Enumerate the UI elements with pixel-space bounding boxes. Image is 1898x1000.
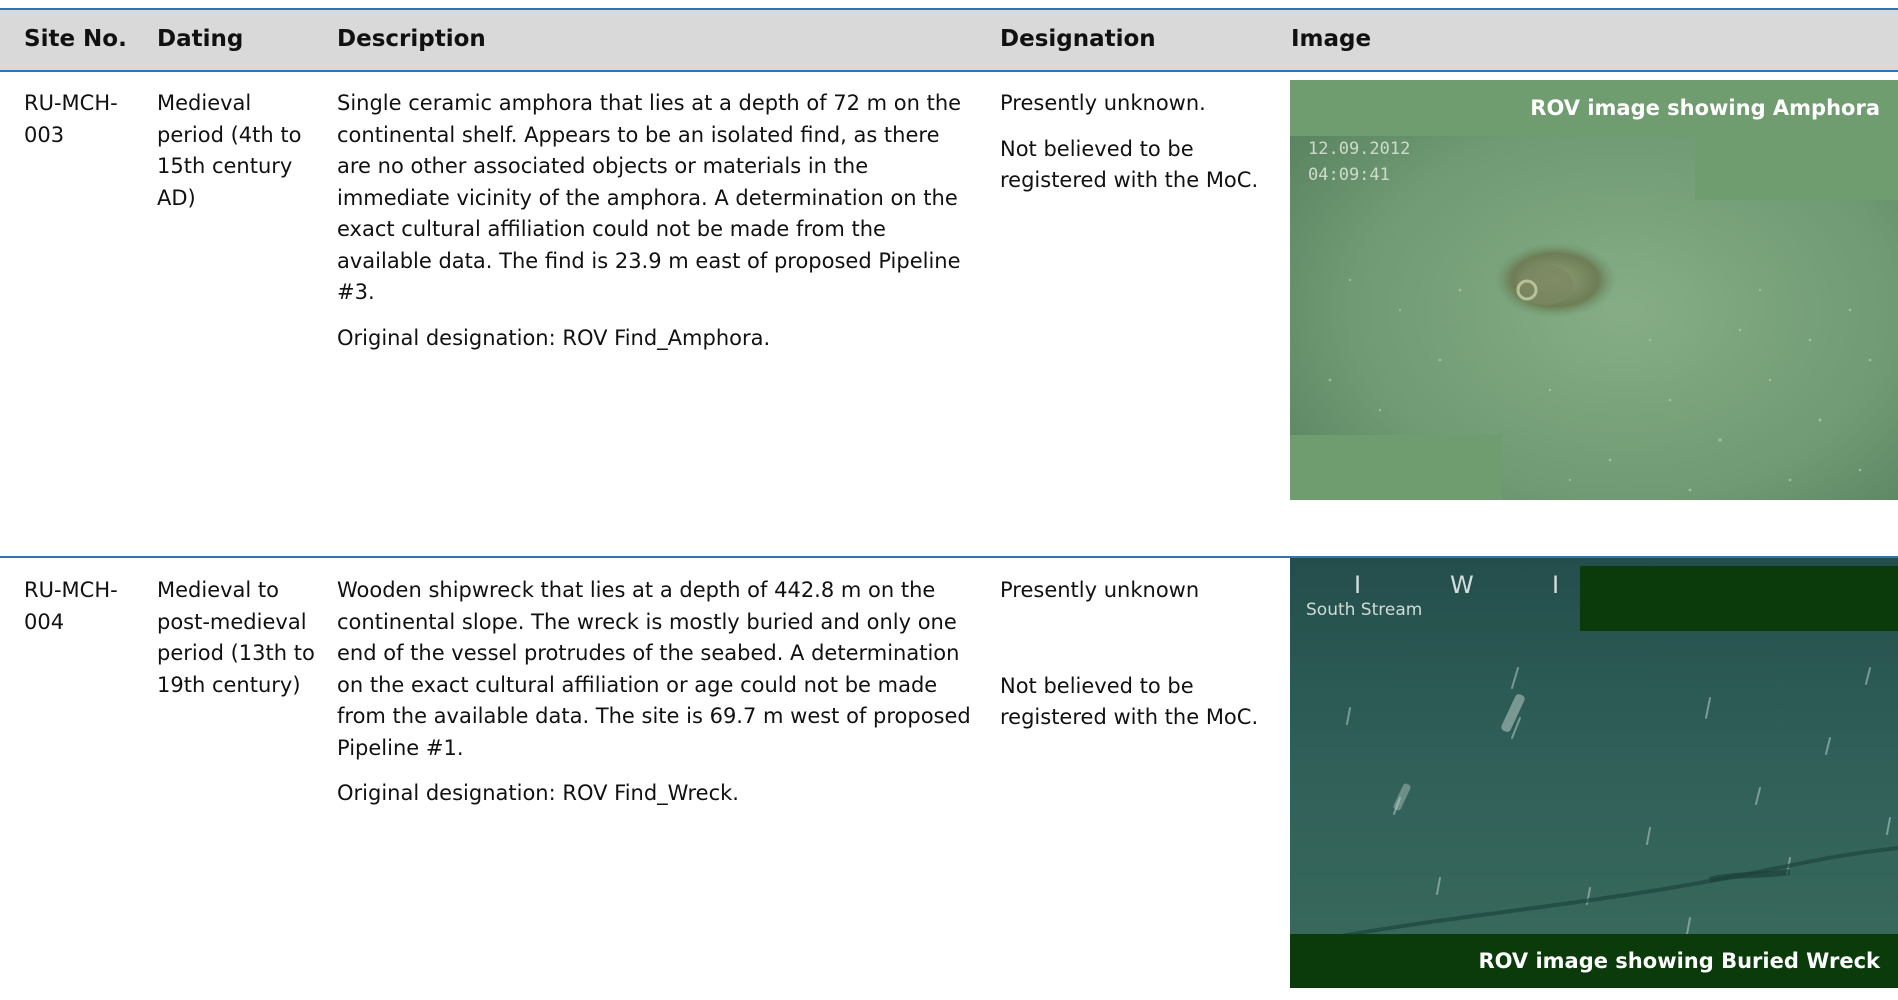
osd-marker-right: I xyxy=(1552,571,1560,599)
designation-status: Presently unknown. xyxy=(1000,91,1206,115)
original-designation-text: Original designation: ROV Find_Wreck. xyxy=(337,781,739,805)
image-caption: ROV image showing Buried Wreck xyxy=(1290,934,1898,988)
header-site-no: Site No. xyxy=(24,26,127,52)
header-designation: Designation xyxy=(1000,26,1156,52)
header-image: Image xyxy=(1291,26,1372,52)
designation-registration: Not believed to be registered with the M… xyxy=(1000,136,1259,193)
table-header: Site No. Dating Description Designation … xyxy=(0,10,1898,72)
site-no-cell: RU-MCH-004 xyxy=(24,578,118,634)
osd-time: 04:09:41 xyxy=(1308,165,1390,185)
designation-cell: Presently unknown. Not believed to be re… xyxy=(1000,88,1280,211)
osd-marker-left: I xyxy=(1354,571,1362,599)
original-designation-text: Original designation: ROV Find_Amphora. xyxy=(337,325,771,350)
header-description: Description xyxy=(337,26,486,52)
osd-date: 12.09.2012 xyxy=(1308,139,1411,159)
rov-amphora-image: 12.09.2012 04:09:41 ROV image showing Am… xyxy=(1290,80,1898,500)
description-text: Wooden shipwreck that lies at a depth of… xyxy=(337,578,971,760)
designation-status: Presently unknown xyxy=(1000,578,1200,602)
osd-marker-center: W xyxy=(1450,571,1474,599)
dating-cell: Medieval period (4th to 15th century AD) xyxy=(157,91,302,210)
description-cell: Single ceramic amphora that lies at a de… xyxy=(337,88,977,368)
designation-cell: Presently unknown Not believed to be reg… xyxy=(1000,575,1280,748)
dating-cell: Medieval to post-medieval period (13th t… xyxy=(157,578,315,697)
rov-wreck-image: I W I South Stream ROV image showing Bur… xyxy=(1290,558,1898,988)
designation-registration: Not believed to be registered with the M… xyxy=(1000,673,1259,730)
osd-label: South Stream xyxy=(1306,600,1423,620)
image-caption: ROV image showing Amphora xyxy=(1290,80,1898,136)
header-dating: Dating xyxy=(157,26,244,52)
description-cell: Wooden shipwreck that lies at a depth of… xyxy=(337,575,977,824)
wreck-photo-graphic xyxy=(1290,558,1898,988)
site-no-cell: RU-MCH-003 xyxy=(24,91,118,147)
description-text: Single ceramic amphora that lies at a de… xyxy=(337,91,962,304)
